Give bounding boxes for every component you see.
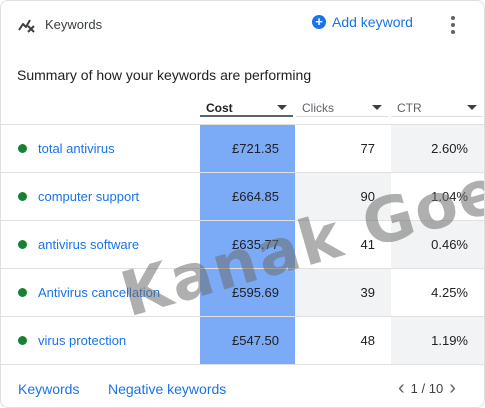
column-label: Clicks xyxy=(302,101,334,115)
negative-keywords-link[interactable]: Negative keywords xyxy=(108,381,226,397)
pagination: ‹ 1 / 10 › xyxy=(398,378,456,398)
more-options-button[interactable] xyxy=(448,14,458,36)
chevron-right-icon[interactable]: › xyxy=(449,378,456,398)
keyword-link[interactable]: computer support xyxy=(38,189,139,204)
dropdown-arrow-icon xyxy=(467,105,477,110)
more-vert-icon xyxy=(451,16,455,20)
add-circle-icon: + xyxy=(312,15,326,29)
keyword-link[interactable]: antivirus software xyxy=(38,237,139,252)
cost-cell: £547.50 xyxy=(200,317,295,364)
cost-cell: £721.35 xyxy=(200,125,295,172)
keyword-link[interactable]: total antivirus xyxy=(38,141,115,156)
keywords-card: Keywords + Add keyword Summary of how yo… xyxy=(0,0,485,408)
column-header-clicks[interactable]: Clicks xyxy=(296,99,388,117)
ctr-cell: 4.25% xyxy=(431,285,468,300)
status-dot-icon xyxy=(18,336,27,345)
column-header-cost[interactable]: Cost xyxy=(200,99,293,117)
card-footer: Keywords Negative keywords ‹ 1 / 10 › xyxy=(1,373,484,403)
page-indicator: 1 / 10 xyxy=(410,380,444,396)
column-header-ctr[interactable]: CTR xyxy=(391,99,483,117)
keywords-link[interactable]: Keywords xyxy=(18,381,79,397)
status-dot-icon xyxy=(18,144,27,153)
status-dot-icon xyxy=(18,192,27,201)
dropdown-arrow-icon xyxy=(277,105,287,110)
status-dot-icon xyxy=(18,240,27,249)
card-title: Keywords xyxy=(45,17,103,32)
add-keyword-label: Add keyword xyxy=(332,14,413,30)
add-keyword-button[interactable]: + Add keyword xyxy=(312,14,413,30)
table-row: total antivirus £721.35 77 2.60% xyxy=(1,124,484,172)
card-header: Keywords + Add keyword xyxy=(1,1,484,49)
status-dot-icon xyxy=(18,288,27,297)
column-label: CTR xyxy=(397,101,422,115)
table-row: virus protection £547.50 48 1.19% xyxy=(1,316,484,365)
clicks-cell: 77 xyxy=(360,141,375,156)
ctr-cell: 1.19% xyxy=(391,317,484,364)
chevron-left-icon[interactable]: ‹ xyxy=(398,378,405,398)
clicks-cell: 48 xyxy=(360,333,375,348)
keyword-trend-icon xyxy=(18,19,35,33)
column-label: Cost xyxy=(206,101,233,115)
keyword-link[interactable]: virus protection xyxy=(38,333,126,348)
summary-title: Summary of how your keywords are perform… xyxy=(17,67,312,83)
dropdown-arrow-icon xyxy=(372,105,382,110)
